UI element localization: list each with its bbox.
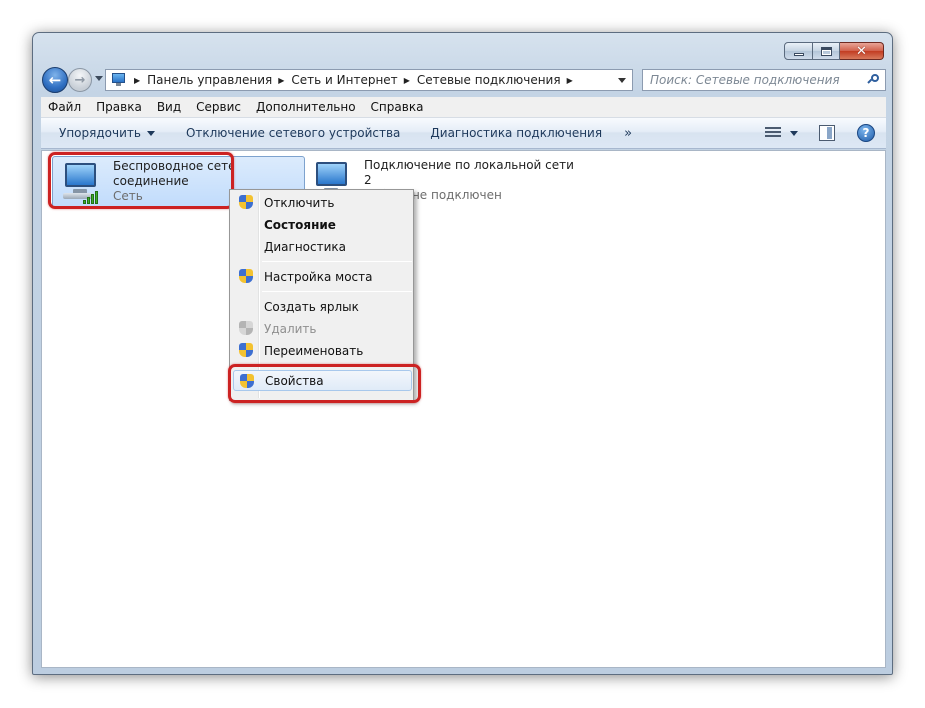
connections-list: Беспроводное сетево соединение Сеть Подк…	[41, 150, 886, 668]
menu-edit[interactable]: Правка	[96, 100, 142, 114]
menu-separator	[262, 291, 412, 292]
address-dropdown-icon[interactable]	[618, 78, 626, 83]
menu-file[interactable]: Файл	[48, 100, 81, 114]
preview-pane-icon[interactable]	[819, 125, 835, 141]
change-view-icon[interactable]	[765, 127, 781, 141]
diagnose-connection-button[interactable]: Диагностика подключения	[430, 126, 602, 140]
uac-shield-icon	[239, 321, 253, 336]
back-button[interactable]: ←	[42, 67, 68, 93]
chevron-down-icon	[146, 130, 155, 136]
menu-advanced[interactable]: Дополнительно	[256, 100, 356, 114]
uac-shield-icon	[239, 269, 253, 284]
menu-item-label: Удалить	[264, 321, 317, 336]
breadcrumb-network-internet[interactable]: Сеть и Интернет	[291, 73, 397, 87]
menu-view[interactable]: Вид	[157, 100, 181, 114]
menu-item-bridge[interactable]: Настройка моста	[233, 266, 412, 287]
breadcrumb-separator-icon[interactable]: ▶	[134, 76, 140, 85]
menu-bar: Файл Правка Вид Сервис Дополнительно Спр…	[41, 97, 886, 118]
menu-tools[interactable]: Сервис	[196, 100, 241, 114]
organize-label: Упорядочить	[59, 126, 141, 140]
uac-shield-icon	[239, 343, 253, 358]
forward-button[interactable]: →	[68, 68, 92, 92]
address-bar[interactable]: ▶ Панель управления ▶ Сеть и Интернет ▶ …	[105, 69, 633, 91]
menu-item-rename[interactable]: Переименовать	[233, 340, 412, 361]
minimize-button[interactable]	[784, 42, 813, 60]
explorer-window: ✕ ← → ▶ Панель управления ▶ Сеть и Интер…	[32, 32, 893, 675]
menu-help[interactable]: Справка	[371, 100, 424, 114]
highlight-frame-properties	[228, 364, 421, 403]
menu-item-create-shortcut[interactable]: Создать ярлык	[233, 296, 412, 317]
breadcrumb-separator-icon[interactable]: ▶	[278, 76, 284, 85]
help-icon[interactable]: ?	[857, 124, 875, 142]
maximize-button[interactable]	[813, 42, 840, 60]
search-input[interactable]: Поиск: Сетевые подключения	[642, 69, 886, 91]
recent-pages-dropdown[interactable]	[95, 76, 103, 81]
menu-item-label: Отключить	[264, 195, 335, 210]
menu-item-status[interactable]: Состояние	[233, 214, 412, 235]
disable-device-button[interactable]: Отключение сетевого устройства	[186, 126, 400, 140]
connection-name-line2: 2	[364, 173, 372, 187]
menu-item-disable[interactable]: Отключить	[233, 192, 412, 213]
maximize-icon	[820, 46, 832, 56]
menu-item-label: Создать ярлык	[264, 299, 359, 314]
menu-item-label: Диагностика	[264, 239, 347, 254]
uac-shield-icon	[239, 195, 253, 210]
connection-name: Подключение по локальной сети	[364, 158, 574, 172]
view-options-dropdown[interactable]	[790, 131, 798, 136]
more-commands-button[interactable]: »	[624, 126, 632, 141]
breadcrumb-separator-icon[interactable]: ▶	[404, 76, 410, 85]
command-bar: Упорядочить Отключение сетевого устройст…	[41, 118, 886, 149]
minimize-icon	[793, 52, 804, 56]
close-icon: ✕	[856, 43, 867, 59]
search-icon[interactable]	[867, 74, 879, 85]
caption-buttons: ✕	[784, 42, 884, 60]
back-arrow-icon: ←	[48, 71, 62, 89]
breadcrumb-control-panel[interactable]: Панель управления	[147, 73, 272, 87]
close-button[interactable]: ✕	[840, 42, 884, 60]
menu-item-label: Переименовать	[264, 343, 364, 358]
menu-item-diagnostics[interactable]: Диагностика	[233, 236, 412, 257]
menu-item-label: Состояние	[264, 217, 336, 232]
menu-item-label: Настройка моста	[264, 269, 373, 284]
control-panel-icon	[110, 72, 128, 88]
navigation-bar: ← → ▶ Панель управления ▶ Сеть и Интерне…	[41, 67, 886, 93]
menu-separator	[262, 261, 412, 262]
menu-item-delete: Удалить	[233, 318, 412, 339]
breadcrumb-separator-icon[interactable]: ▶	[567, 76, 573, 85]
search-placeholder: Поиск: Сетевые подключения	[650, 73, 840, 87]
forward-arrow-icon: →	[74, 72, 86, 88]
organize-button[interactable]: Упорядочить	[59, 126, 155, 140]
highlight-frame-wireless	[48, 152, 234, 209]
breadcrumb-network-connections[interactable]: Сетевые подключения	[417, 73, 561, 87]
